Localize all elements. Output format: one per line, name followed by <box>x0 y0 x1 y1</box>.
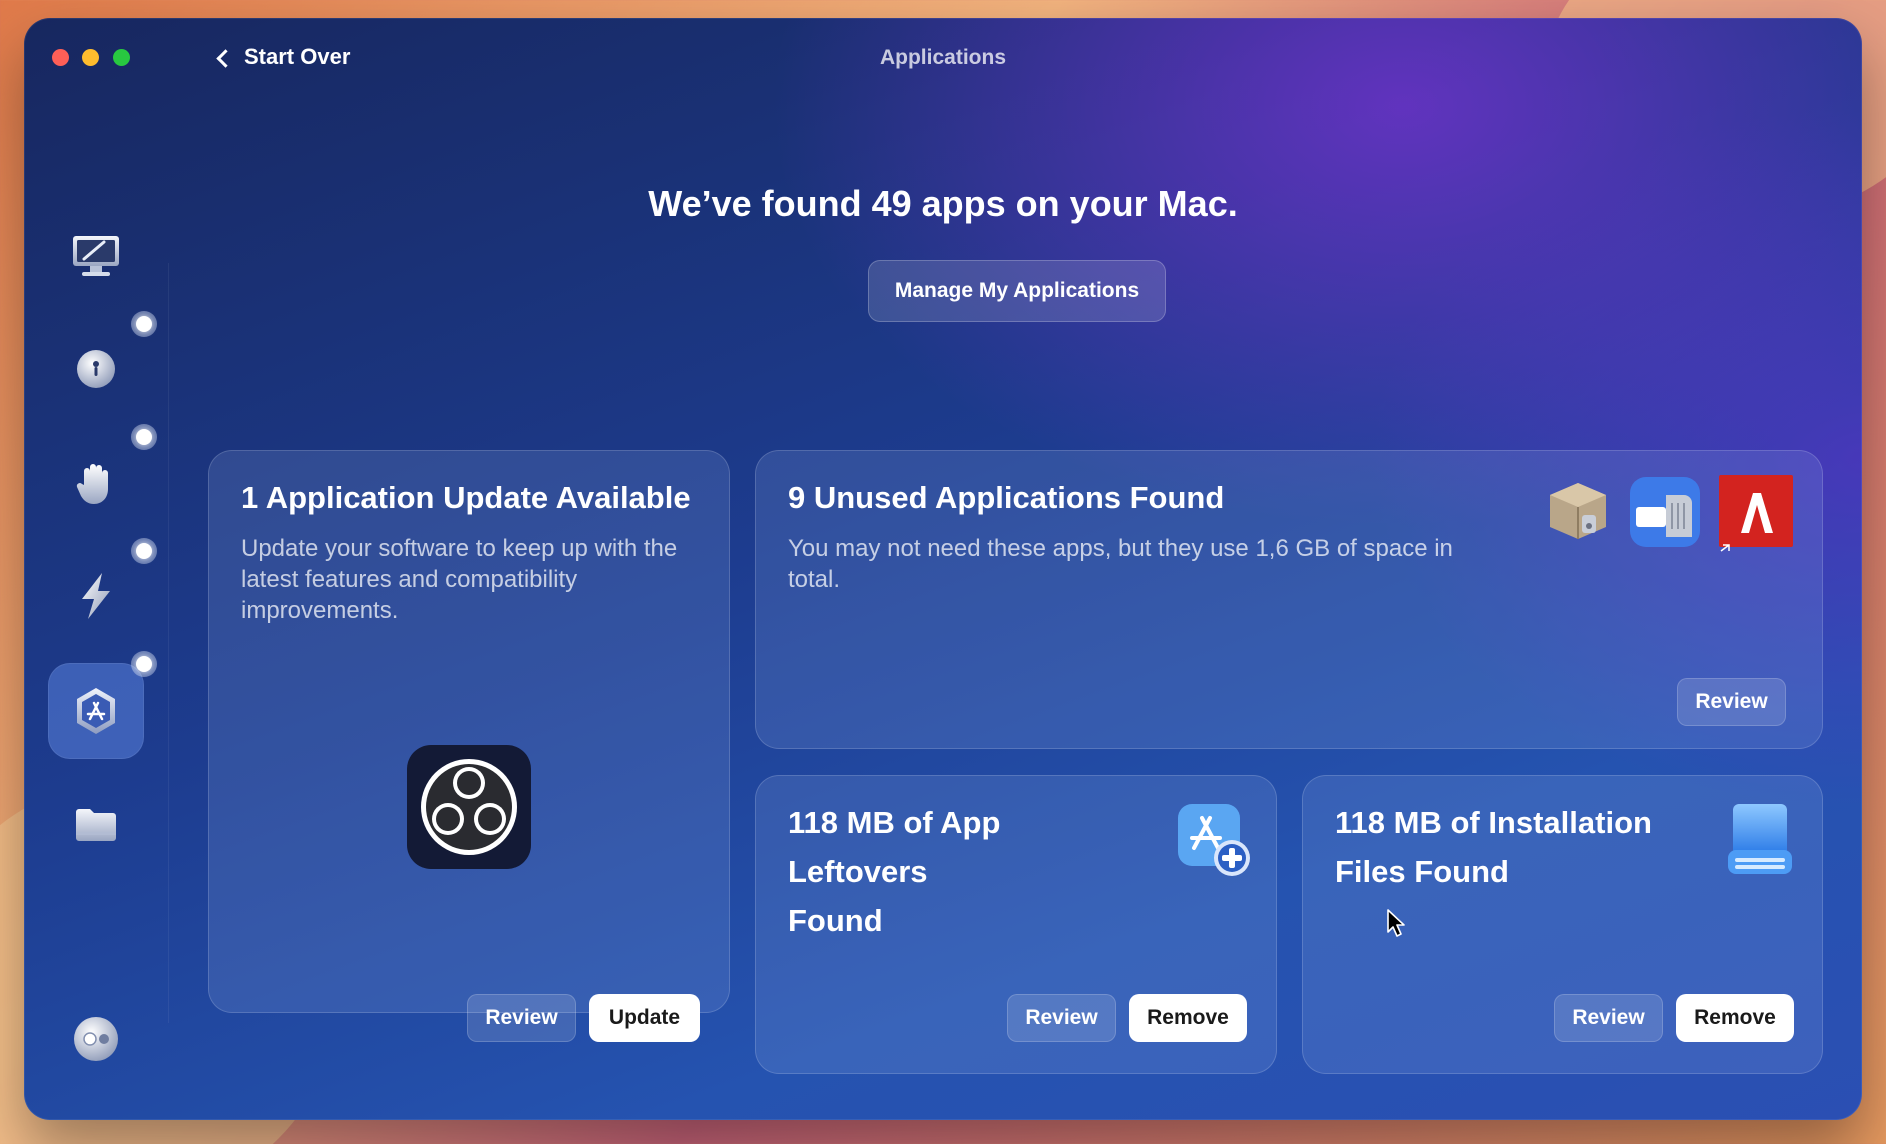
update-button[interactable]: Update <box>589 994 700 1042</box>
notification-indicator <box>131 311 157 337</box>
installation-review-button[interactable]: Review <box>1554 994 1663 1042</box>
obs-studio-icon <box>407 745 531 869</box>
lightning-icon <box>82 573 110 619</box>
sidebar-item-protection[interactable] <box>48 321 144 417</box>
unused-card-title: 9 Unused Applications Found <box>788 480 1225 515</box>
folder-icon <box>76 809 116 841</box>
monitor-broom-icon <box>73 236 119 276</box>
assistant-toggle-button[interactable] <box>48 1008 144 1070</box>
installation-card-title: 118 MB of Installation Files Found <box>1335 798 1715 896</box>
mouse-pointer-icon <box>1387 909 1405 937</box>
leftovers-card-title: 118 MB of App Leftovers Found <box>788 798 1148 945</box>
unused-card-description: You may not need these apps, but they us… <box>788 535 1453 593</box>
page-headline: We’ve found 49 apps on your Mac. <box>648 183 1238 224</box>
hand-icon <box>76 464 108 504</box>
assistant-toggle-icon <box>74 1017 118 1061</box>
unused-apps-card: 9 Unused Applications Found You may not … <box>755 450 1823 749</box>
installer-disk-icon <box>1728 804 1792 874</box>
installation-title-line2: Files Found <box>1335 854 1509 889</box>
app-window: Start Over Applications We’ve found 49 a… <box>24 18 1862 1120</box>
leftovers-title-line2: Found <box>788 903 883 938</box>
leftovers-review-button[interactable]: Review <box>1007 994 1116 1042</box>
manage-applications-button[interactable]: Manage My Applications <box>868 260 1166 322</box>
app-leftovers-card: 118 MB of App Leftovers Found Review Rem… <box>755 775 1277 1074</box>
shield-ball-icon <box>77 350 115 388</box>
notification-indicator <box>131 424 157 450</box>
window-title: Applications <box>879 46 1006 69</box>
zip-archiver-icon <box>1630 477 1700 547</box>
leftovers-remove-button[interactable]: Remove <box>1129 994 1247 1042</box>
installation-title-line1: 118 MB of Installation <box>1335 805 1652 840</box>
adobe-icon <box>1719 475 1793 552</box>
updates-card-description: Update your software to keep up with the… <box>241 535 678 624</box>
sidebar-item-files[interactable] <box>48 776 144 872</box>
app-store-icon <box>77 688 115 734</box>
sidebar-item-applications[interactable] <box>48 663 144 759</box>
updates-review-button[interactable]: Review <box>467 994 576 1042</box>
package-box-icon <box>1550 483 1606 539</box>
updates-card-title: 1 Application Update Available <box>241 480 691 515</box>
installation-remove-button[interactable]: Remove <box>1676 994 1794 1042</box>
updates-card: 1 Application Update Available Update yo… <box>208 450 730 1042</box>
unused-review-button[interactable]: Review <box>1677 678 1786 726</box>
sidebar-item-privacy[interactable] <box>48 435 144 531</box>
notification-indicator <box>131 538 157 564</box>
installation-files-card: 118 MB of Installation Files Found Revie… <box>1302 775 1823 1074</box>
sidebar-divider <box>168 263 169 1023</box>
sidebar-item-speed[interactable] <box>48 548 144 644</box>
leftovers-title-line1: 118 MB of App Leftovers <box>788 805 1001 889</box>
notification-indicator <box>131 651 157 677</box>
app-leftovers-icon <box>1178 804 1250 876</box>
